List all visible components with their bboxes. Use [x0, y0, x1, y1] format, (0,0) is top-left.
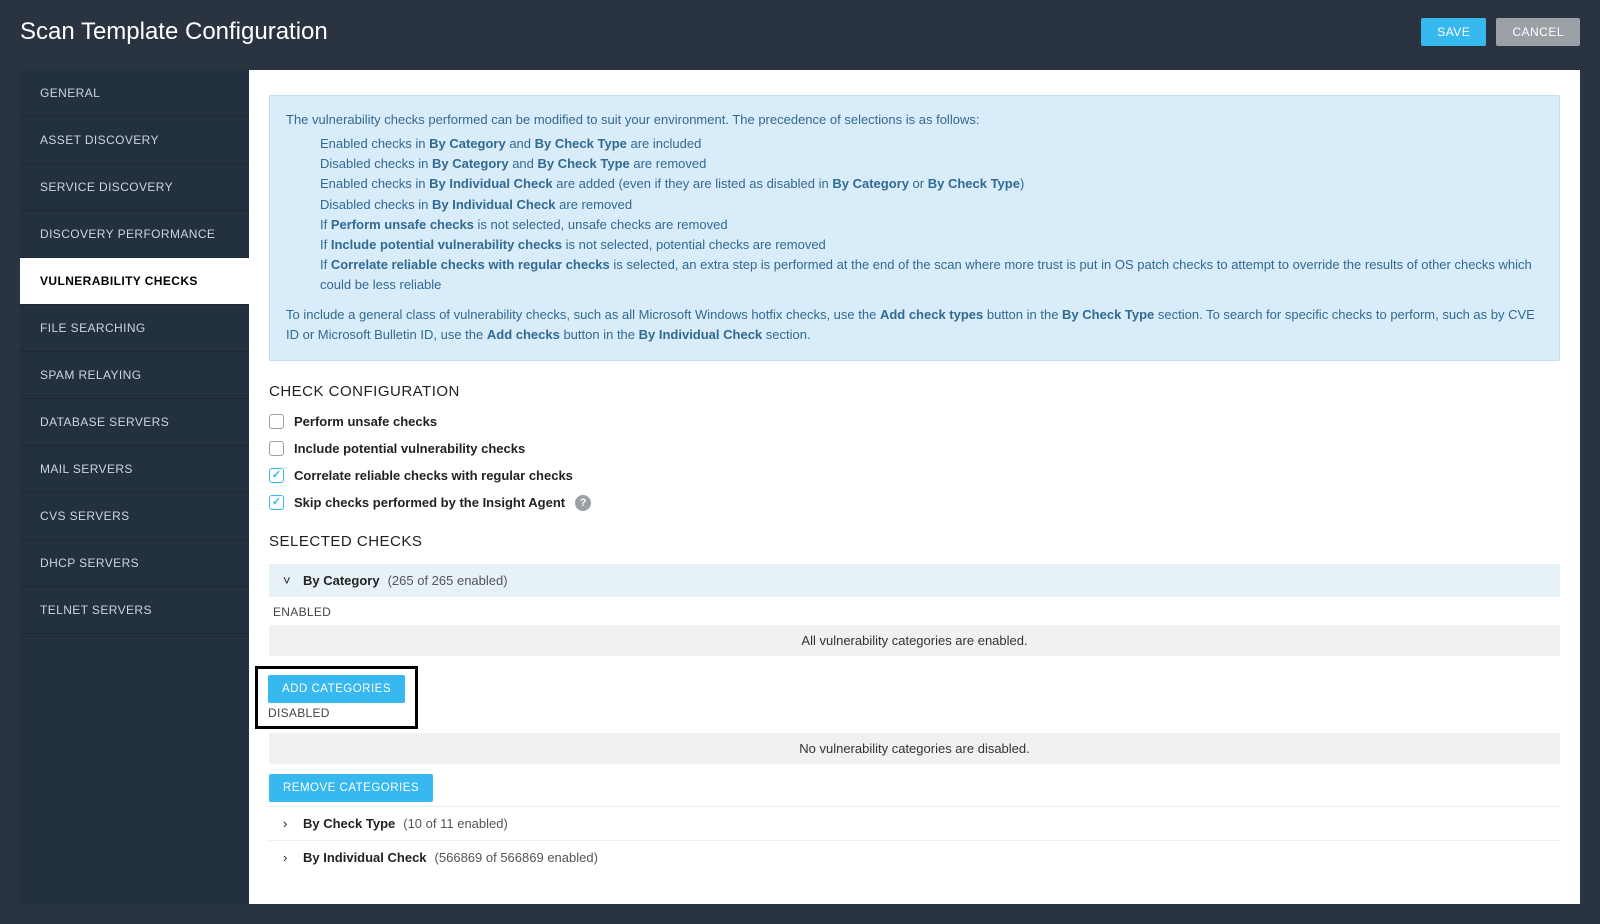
by-category-count: (265 of 265 enabled) [388, 573, 508, 588]
sidebar-item-label: TELNET SERVERS [40, 603, 152, 617]
header-buttons: SAVE CANCEL [1421, 18, 1580, 46]
disabled-message: No vulnerability categories are disabled… [269, 733, 1560, 764]
sidebar-item-file-searching[interactable]: FILE SEARCHING [20, 305, 249, 352]
sidebar-item-label: SPAM RELAYING [40, 368, 141, 382]
chevron-right-icon: › [283, 816, 295, 831]
info-li: If Correlate reliable checks with regula… [320, 255, 1543, 295]
sidebar-item-database-servers[interactable]: DATABASE SERVERS [20, 399, 249, 446]
content-panel: The vulnerability checks performed can b… [249, 70, 1580, 904]
chevron-down-icon: ˅ [283, 573, 295, 588]
sidebar-item-label: GENERAL [40, 86, 100, 100]
info-li: Enabled checks in By Category and By Che… [320, 134, 1543, 154]
by-check-type-name: By Check Type [303, 816, 395, 831]
add-categories-highlight: ADD CATEGORIES DISABLED [255, 666, 418, 729]
save-button[interactable]: SAVE [1421, 18, 1486, 46]
info-li: If Include potential vulnerability check… [320, 235, 1543, 255]
sidebar-item-label: MAIL SERVERS [40, 462, 133, 476]
sidebar-item-cvs-servers[interactable]: CVS SERVERS [20, 493, 249, 540]
potential-checks-label: Include potential vulnerability checks [294, 441, 525, 456]
info-li: Disabled checks in By Individual Check a… [320, 195, 1543, 215]
sidebar-item-label: DATABASE SERVERS [40, 415, 169, 429]
add-categories-button[interactable]: ADD CATEGORIES [268, 675, 405, 703]
correlate-checks-checkbox[interactable] [269, 468, 284, 483]
sidebar-item-telnet-servers[interactable]: TELNET SERVERS [20, 587, 249, 634]
sidebar-item-mail-servers[interactable]: MAIL SERVERS [20, 446, 249, 493]
cancel-button[interactable]: CANCEL [1496, 18, 1580, 46]
unsafe-checks-checkbox[interactable] [269, 414, 284, 429]
sidebar-item-label: ASSET DISCOVERY [40, 133, 159, 147]
info-li: Enabled checks in By Individual Check ar… [320, 174, 1543, 194]
sidebar-item-label: DHCP SERVERS [40, 556, 139, 570]
unsafe-checks-label: Perform unsafe checks [294, 414, 437, 429]
by-category-header[interactable]: ˅ By Category (265 of 265 enabled) [269, 564, 1560, 597]
sidebar-item-label: VULNERABILITY CHECKS [40, 274, 198, 288]
by-category-name: By Category [303, 573, 380, 588]
remove-categories-button[interactable]: REMOVE CATEGORIES [269, 774, 433, 802]
sidebar-item-asset-discovery[interactable]: ASSET DISCOVERY [20, 117, 249, 164]
sidebar: GENERAL ASSET DISCOVERY SERVICE DISCOVER… [20, 70, 249, 904]
sidebar-item-discovery-performance[interactable]: DISCOVERY PERFORMANCE [20, 211, 249, 258]
chevron-right-icon: › [283, 850, 295, 865]
sidebar-item-label: SERVICE DISCOVERY [40, 180, 173, 194]
sidebar-item-dhcp-servers[interactable]: DHCP SERVERS [20, 540, 249, 587]
sidebar-item-service-discovery[interactable]: SERVICE DISCOVERY [20, 164, 249, 211]
sidebar-item-general[interactable]: GENERAL [20, 70, 249, 117]
sidebar-item-label: CVS SERVERS [40, 509, 130, 523]
info-li: If Perform unsafe checks is not selected… [320, 215, 1543, 235]
by-individual-check-name: By Individual Check [303, 850, 427, 865]
sidebar-item-vulnerability-checks[interactable]: VULNERABILITY CHECKS [20, 258, 249, 305]
enabled-subheading: ENABLED [269, 597, 1560, 625]
skip-insight-label: Skip checks performed by the Insight Age… [294, 495, 565, 510]
info-box: The vulnerability checks performed can b… [269, 95, 1560, 361]
by-individual-check-count: (566869 of 566869 enabled) [435, 850, 598, 865]
help-icon[interactable]: ? [575, 495, 591, 511]
by-check-type-header[interactable]: › By Check Type (10 of 11 enabled) [269, 806, 1560, 840]
sidebar-item-label: DISCOVERY PERFORMANCE [40, 227, 215, 241]
correlate-checks-label: Correlate reliable checks with regular c… [294, 468, 573, 483]
disabled-subheading: DISABLED [268, 706, 405, 720]
check-configuration-heading: CHECK CONFIGURATION [269, 383, 1560, 400]
sidebar-item-spam-relaying[interactable]: SPAM RELAYING [20, 352, 249, 399]
enabled-message: All vulnerability categories are enabled… [269, 625, 1560, 656]
by-individual-check-header[interactable]: › By Individual Check (566869 of 566869 … [269, 840, 1560, 874]
by-check-type-count: (10 of 11 enabled) [403, 816, 508, 831]
info-paragraph: To include a general class of vulnerabil… [286, 305, 1543, 345]
skip-insight-checkbox[interactable] [269, 495, 284, 510]
selected-checks-heading: SELECTED CHECKS [269, 533, 1560, 550]
page-title: Scan Template Configuration [20, 18, 328, 46]
info-li: Disabled checks in By Category and By Ch… [320, 154, 1543, 174]
header: Scan Template Configuration SAVE CANCEL [0, 0, 1600, 70]
sidebar-item-label: FILE SEARCHING [40, 321, 146, 335]
potential-checks-checkbox[interactable] [269, 441, 284, 456]
info-intro: The vulnerability checks performed can b… [286, 110, 1543, 130]
